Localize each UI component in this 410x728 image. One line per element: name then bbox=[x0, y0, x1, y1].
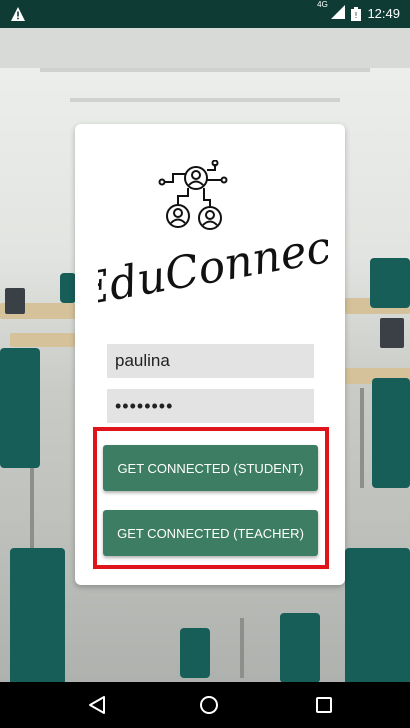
chair bbox=[345, 548, 410, 682]
chair bbox=[372, 378, 410, 488]
desk bbox=[10, 333, 75, 347]
signal-icon bbox=[331, 5, 346, 19]
app-logo: EduConnect bbox=[98, 219, 328, 304]
back-icon[interactable] bbox=[86, 694, 108, 716]
alert-icon bbox=[11, 7, 25, 21]
chair bbox=[60, 273, 76, 303]
ceiling bbox=[0, 28, 410, 68]
chair bbox=[370, 258, 410, 308]
student-login-button[interactable]: GET CONNECTED (STUDENT) bbox=[103, 445, 318, 491]
monitor bbox=[380, 318, 404, 348]
app-name: EduConnect bbox=[98, 219, 328, 304]
teacher-login-button[interactable]: GET CONNECTED (TEACHER) bbox=[103, 510, 318, 556]
svg-text:!: ! bbox=[355, 11, 358, 20]
home-icon[interactable] bbox=[198, 694, 220, 716]
chair bbox=[0, 348, 40, 468]
monitor bbox=[5, 288, 25, 314]
battery-icon: ! bbox=[351, 6, 362, 21]
chair bbox=[180, 628, 210, 678]
desk-leg bbox=[240, 618, 244, 678]
clock: 12:49 bbox=[367, 6, 400, 21]
navigation-bar bbox=[0, 682, 410, 728]
chair bbox=[10, 548, 65, 682]
desk-leg bbox=[30, 468, 34, 548]
password-input[interactable] bbox=[107, 389, 314, 423]
network-type: 4G bbox=[317, 0, 328, 9]
ceiling-beam bbox=[40, 68, 370, 72]
status-bar: 4G ! 12:49 bbox=[0, 0, 410, 28]
ceiling-beam bbox=[70, 98, 340, 102]
recent-apps-icon[interactable] bbox=[313, 694, 335, 716]
username-input[interactable] bbox=[107, 344, 314, 378]
chair bbox=[280, 613, 320, 682]
desk-leg bbox=[360, 388, 364, 488]
